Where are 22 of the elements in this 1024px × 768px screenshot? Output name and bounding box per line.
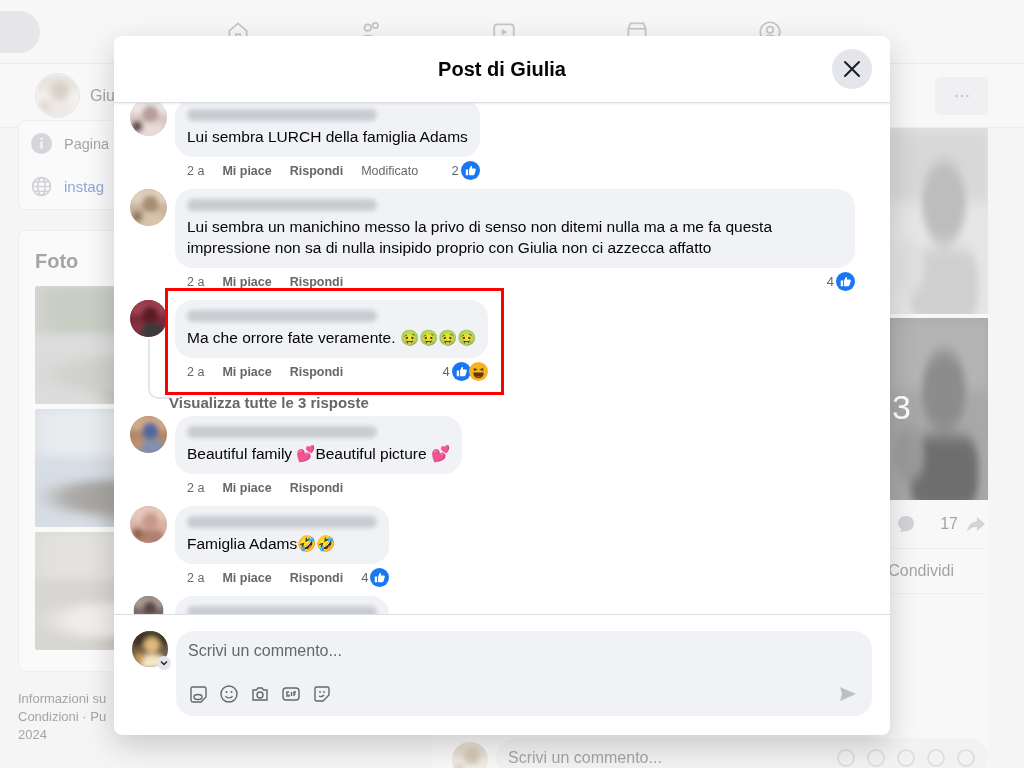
reply-link[interactable]: Rispondi (289, 274, 344, 289)
intro-text: Pagina (64, 135, 110, 152)
share-count: 17 (940, 515, 958, 533)
comment-text: Lui sembra LURCH della famiglia Adams (187, 127, 468, 147)
footer-text: Informazioni su (18, 690, 107, 708)
comment-time[interactable]: 2 a (187, 274, 205, 289)
footer-text: Condizioni · Pu (18, 708, 107, 726)
reply-link[interactable]: Rispondi (289, 163, 344, 178)
like-link[interactable]: Mi piace (222, 274, 272, 289)
comment-text: Lui sembra un manichino messo la privo di senso non ditemi nulla ma a me fa questa impressione non sa di nulla insipido proprio con Giulia non ci azzecca affatto (187, 217, 773, 258)
like-link[interactable]: Mi piace (222, 163, 272, 178)
comment-input[interactable]: Scrivi un commento... (188, 639, 858, 663)
more-photos-count: 3 (892, 388, 911, 427)
dialog-title: Post di Giulia (438, 57, 566, 81)
comment-time[interactable]: 2 a (187, 163, 205, 178)
footer-text: 2024 (18, 726, 47, 744)
photos-title: Foto (35, 249, 79, 274)
comment-field[interactable]: Scrivi un commento... (176, 631, 872, 716)
reaction-count: 4 (826, 274, 834, 289)
reaction-count: 2 (451, 163, 459, 178)
reaction-count: 4 (442, 364, 450, 379)
edited-label: Modificato (361, 163, 419, 178)
